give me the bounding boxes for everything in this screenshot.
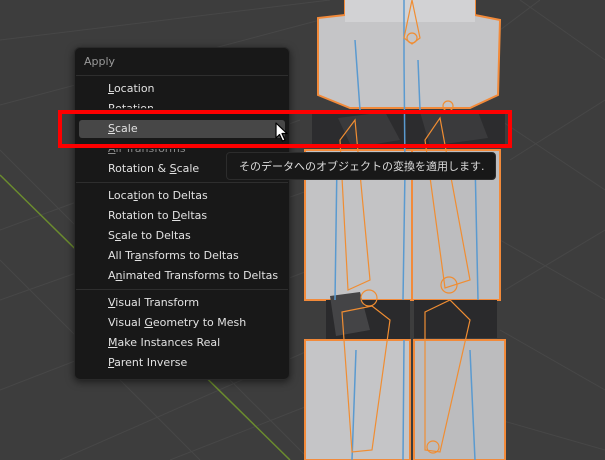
- menu-item-visual-geometry-to-mesh[interactable]: Visual Geometry to Mesh: [108, 315, 246, 331]
- menu-title: Apply: [84, 55, 116, 68]
- menu-item-rotation-scale[interactable]: Rotation & Scale: [108, 161, 199, 177]
- menu-separator: [76, 289, 288, 290]
- menu-separator: [76, 182, 288, 183]
- apply-menu: Apply Location Rotation Scale All Transf…: [74, 47, 290, 380]
- menu-item-rotation-to-deltas[interactable]: Rotation to Deltas: [108, 208, 207, 224]
- menu-item-location[interactable]: Location: [108, 81, 155, 97]
- menu-item-scale-to-deltas[interactable]: Scale to Deltas: [108, 228, 191, 244]
- character-mesh[interactable]: [304, 0, 506, 460]
- menu-item-animated-transforms-to-deltas[interactable]: Animated Transforms to Deltas: [108, 268, 278, 284]
- menu-item-visual-transform[interactable]: Visual Transform: [108, 295, 199, 311]
- menu-separator: [76, 75, 288, 76]
- tooltip: そのデータへのオブジェクトの変換を適用します.: [226, 152, 496, 180]
- menu-item-location-to-deltas[interactable]: Location to Deltas: [108, 188, 208, 204]
- menu-item-make-instances-real[interactable]: Make Instances Real: [108, 335, 220, 351]
- menu-item-parent-inverse[interactable]: Parent Inverse: [108, 355, 187, 371]
- mouse-cursor-icon: [275, 122, 288, 142]
- menu-item-all-transforms-to-deltas[interactable]: All Transforms to Deltas: [108, 248, 239, 264]
